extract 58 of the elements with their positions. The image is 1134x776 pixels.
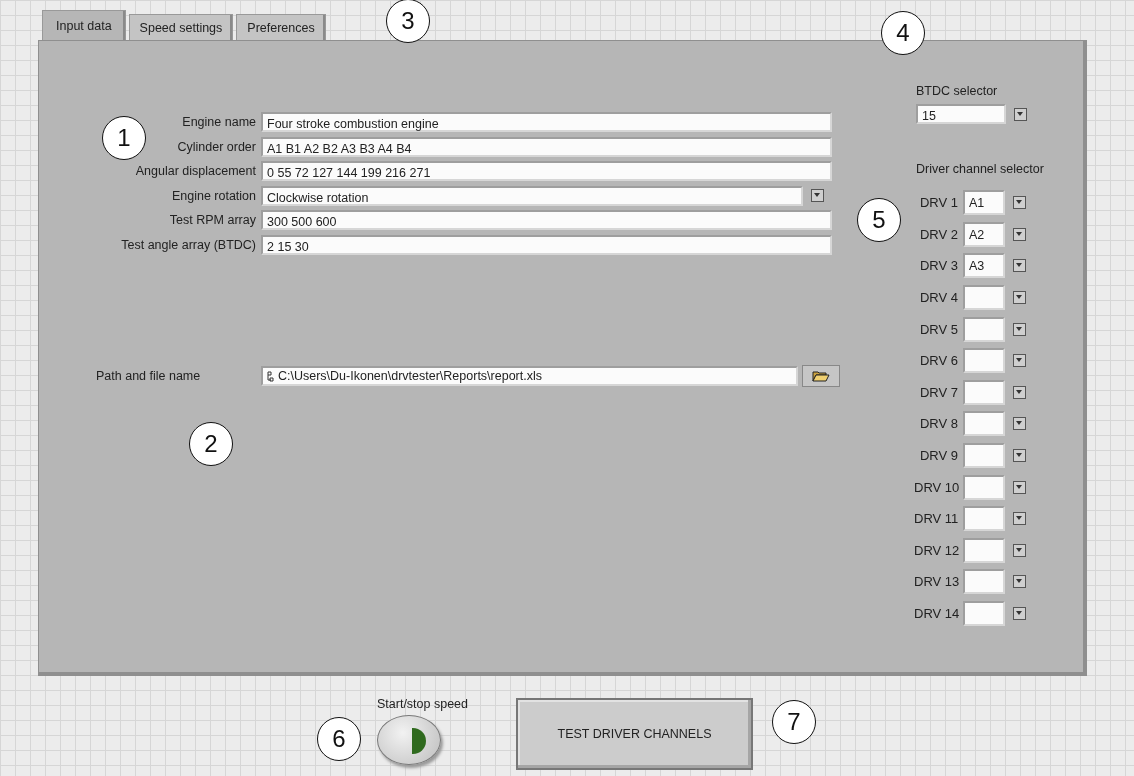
field-label: Path and file name bbox=[95, 369, 202, 384]
start-stop-button[interactable] bbox=[377, 715, 441, 765]
input-field[interactable]: Four stroke combustion engine bbox=[261, 112, 832, 133]
channel-field[interactable] bbox=[963, 285, 1005, 311]
channel-field[interactable] bbox=[963, 443, 1005, 469]
channel-field[interactable]: A3 bbox=[963, 253, 1005, 279]
channel-label: DRV 10 bbox=[914, 479, 961, 495]
channel-label: DRV 5 bbox=[918, 321, 959, 337]
callout-number: 7 bbox=[772, 700, 816, 744]
channel-label: DRV 14 bbox=[914, 606, 961, 621]
tab[interactable]: Speed settings bbox=[128, 14, 234, 40]
field-label: Cylinder order bbox=[176, 139, 257, 154]
test-button[interactable]: TEST DRIVER CHANNELS bbox=[516, 698, 753, 770]
folder-icon[interactable] bbox=[802, 365, 840, 388]
channel-label: DRV 3 bbox=[918, 258, 959, 274]
field-label: Engine rotation bbox=[170, 188, 257, 203]
channel-field[interactable] bbox=[963, 379, 1005, 405]
channel-label: DRV 11 bbox=[914, 511, 960, 527]
channel-field[interactable] bbox=[963, 474, 1005, 500]
channel-label: DRV 6 bbox=[918, 353, 959, 369]
channel-field[interactable] bbox=[963, 348, 1005, 374]
path-icon bbox=[267, 370, 274, 382]
input-field[interactable]: 0 55 72 127 144 199 216 271 bbox=[261, 161, 832, 182]
channel-label: DRV 4 bbox=[918, 290, 959, 306]
input-field[interactable]: 300 500 600 bbox=[261, 210, 832, 231]
channel-label: DRV 1 bbox=[918, 195, 959, 211]
channel-field[interactable]: A1 bbox=[963, 190, 1005, 216]
channel-field[interactable] bbox=[963, 411, 1005, 437]
field-label: Angular displacement bbox=[134, 164, 257, 179]
field-label: Test RPM array bbox=[168, 213, 257, 228]
callout-number: 6 bbox=[317, 717, 361, 761]
tab[interactable]: Preferences bbox=[236, 14, 326, 40]
channel-label: DRV 2 bbox=[918, 226, 959, 242]
section-title: Driver channel selector bbox=[916, 162, 1044, 176]
path-text: C:\Users\Du-Ikonen\drvtester\Reports\report.xls bbox=[278, 368, 542, 386]
channel-field[interactable] bbox=[963, 601, 1005, 626]
channel-label: DRV 9 bbox=[918, 448, 959, 464]
callout-number: 4 bbox=[881, 11, 925, 55]
dropdown-field[interactable]: 15 bbox=[916, 104, 1006, 124]
channel-field[interactable] bbox=[963, 569, 1005, 595]
channel-label: DRV 8 bbox=[918, 416, 959, 432]
field-label: BTDC selector bbox=[916, 84, 999, 98]
input-field[interactable]: A1 B1 A2 B2 A3 B3 A4 B4 bbox=[261, 136, 832, 157]
field-label: Test angle array (BTDC) bbox=[120, 237, 257, 252]
channel-field[interactable] bbox=[963, 537, 1005, 563]
channel-field[interactable] bbox=[963, 506, 1005, 532]
channel-field[interactable]: A2 bbox=[963, 221, 1005, 247]
channel-label: DRV 12 bbox=[914, 542, 961, 558]
channel-label: DRV 13 bbox=[914, 574, 961, 590]
input-field[interactable]: 2 15 30 bbox=[261, 234, 832, 255]
tab[interactable]: Input data bbox=[42, 10, 126, 41]
path-field[interactable]: C:\Users\Du-Ikonen\drvtester\Reports\report.xls bbox=[261, 366, 798, 387]
dropdown-field[interactable]: Clockwise rotation bbox=[261, 185, 803, 206]
field-label: Engine name bbox=[181, 115, 257, 130]
channel-field[interactable] bbox=[963, 316, 1005, 342]
channel-label: DRV 7 bbox=[918, 384, 959, 400]
button-label: Start/stop speed bbox=[377, 697, 469, 711]
callout-number: 3 bbox=[386, 0, 430, 43]
